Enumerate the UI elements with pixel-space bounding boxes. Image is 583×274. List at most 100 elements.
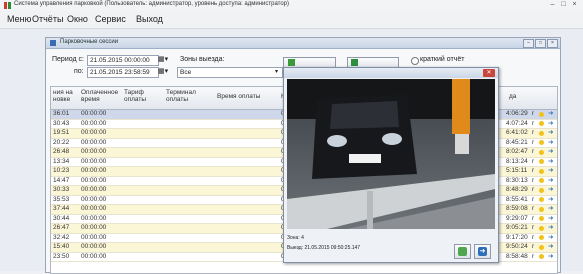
cell-duration: 30:33 bbox=[53, 186, 70, 193]
cell-paid-time: 00:00:00 bbox=[81, 186, 107, 193]
calendar-icon[interactable]: ▦▾ bbox=[158, 67, 168, 75]
cell-paid-time: 00:00:00 bbox=[81, 252, 107, 260]
open-arrow-icon[interactable]: ➜ bbox=[548, 167, 553, 176]
cell-indicator: r bbox=[532, 110, 535, 117]
cell-indicator: r bbox=[532, 167, 535, 174]
open-arrow-icon[interactable]: ➜ bbox=[548, 243, 553, 252]
cell-end-time: 9:29:07 bbox=[506, 214, 528, 222]
period-to-field[interactable]: 21.05.2015 23:58:59 bbox=[87, 67, 159, 78]
column-header[interactable]: ния на новке bbox=[53, 89, 73, 103]
cell-indicator: r bbox=[532, 157, 535, 165]
entry-label: Зона: 4 bbox=[287, 235, 304, 241]
cell-end-time: 6:41:02 bbox=[506, 129, 528, 136]
open-arrow-icon[interactable]: ➜ bbox=[548, 139, 553, 148]
cell-duration: 13:34 bbox=[53, 157, 70, 165]
open-arrow-icon[interactable]: ➜ bbox=[548, 148, 553, 157]
open-arrow-icon[interactable]: ➜ bbox=[548, 224, 553, 233]
chevron-down-icon[interactable]: ▾ bbox=[275, 68, 278, 75]
status-dot-icon bbox=[539, 168, 544, 174]
status-dot-icon bbox=[539, 130, 544, 136]
cell-end-time: 4:07:24 bbox=[506, 119, 528, 127]
column-header[interactable]: Оплаченное время bbox=[81, 89, 118, 103]
window-title: Парковочные сессии bbox=[60, 39, 119, 45]
status-dot-icon bbox=[539, 235, 544, 240]
window-minimize-icon[interactable]: – bbox=[523, 39, 534, 48]
cell-paid-time: 00:00:00 bbox=[81, 224, 107, 231]
status-dot-icon bbox=[539, 159, 544, 164]
menu-item-menu[interactable]: Меню bbox=[7, 14, 31, 24]
brief-report-radio[interactable] bbox=[411, 57, 419, 65]
cell-duration: 19:51 bbox=[53, 129, 70, 136]
cell-duration: 15:40 bbox=[53, 243, 70, 250]
cell-duration: 32:42 bbox=[53, 233, 70, 241]
cell-indicator: r bbox=[532, 186, 535, 193]
cell-indicator: r bbox=[532, 243, 535, 250]
cell-end-time: 8:48:29 bbox=[506, 186, 528, 193]
cell-indicator: r bbox=[532, 224, 535, 231]
open-arrow-icon[interactable]: ➜ bbox=[548, 129, 553, 138]
window-maximize-icon[interactable]: □ bbox=[535, 39, 546, 48]
vehicle-photo-image bbox=[287, 79, 495, 229]
window-close-icon[interactable]: × bbox=[547, 39, 558, 48]
column-header[interactable]: да bbox=[509, 93, 516, 100]
cell-end-time: 9:17:20 bbox=[506, 233, 528, 241]
calendar-icon[interactable]: ▦▾ bbox=[158, 55, 168, 63]
maximize-icon[interactable]: □ bbox=[559, 1, 568, 9]
column-header[interactable]: Тариф оплаты bbox=[124, 89, 146, 103]
open-arrow-icon[interactable]: ➜ bbox=[548, 186, 553, 195]
status-dot-icon bbox=[539, 216, 544, 221]
minimize-icon[interactable]: – bbox=[548, 1, 557, 9]
cell-paid-time: 00:00:00 bbox=[81, 176, 107, 184]
close-icon[interactable]: × bbox=[570, 1, 579, 9]
column-header[interactable]: Терминал оплаты bbox=[166, 89, 196, 103]
open-arrow-icon[interactable]: ➜ bbox=[548, 158, 553, 167]
status-dot-icon bbox=[539, 244, 544, 250]
exit-timestamp: Выезд: 21.05.2015 09:50:25.147 bbox=[287, 245, 361, 251]
status-dot-icon bbox=[539, 254, 544, 259]
period-from-field[interactable]: 21.05.2015 00:00:00 bbox=[87, 55, 159, 66]
cell-indicator: r bbox=[532, 252, 535, 260]
cell-end-time: 8:45:21 bbox=[506, 138, 528, 146]
cell-duration: 26:47 bbox=[53, 224, 70, 231]
next-photo-button[interactable]: ➜ bbox=[474, 244, 491, 259]
cell-duration: 30:44 bbox=[53, 214, 70, 222]
arrow-right-icon: ➜ bbox=[478, 247, 487, 256]
cell-end-time: 9:50:24 bbox=[506, 243, 528, 250]
cell-end-time: 4:06:29 bbox=[506, 110, 528, 117]
open-arrow-icon[interactable]: ➜ bbox=[548, 253, 553, 262]
cell-paid-time: 00:00:00 bbox=[81, 167, 107, 174]
excel-icon bbox=[351, 59, 358, 66]
status-dot-icon bbox=[539, 197, 544, 202]
open-arrow-icon[interactable]: ➜ bbox=[548, 110, 553, 119]
menu-item-window[interactable]: Окно bbox=[67, 14, 88, 24]
menu-item-service[interactable]: Сервис bbox=[95, 14, 126, 24]
refresh-photo-button[interactable] bbox=[454, 244, 471, 259]
status-dot-icon bbox=[539, 178, 544, 183]
period-to-label: по: bbox=[74, 68, 84, 75]
column-header[interactable]: Время оплаты bbox=[217, 93, 260, 100]
cell-end-time: 5:15:11 bbox=[506, 167, 528, 174]
status-dot-icon bbox=[539, 111, 544, 117]
menu-item-exit[interactable]: Выход bbox=[136, 14, 163, 24]
cell-duration: 36:01 bbox=[53, 110, 70, 117]
cell-indicator: r bbox=[532, 205, 535, 212]
cell-duration: 14:47 bbox=[53, 176, 70, 184]
open-arrow-icon[interactable]: ➜ bbox=[548, 177, 553, 186]
cell-duration: 37:44 bbox=[53, 205, 70, 212]
open-arrow-icon[interactable]: ➜ bbox=[548, 234, 553, 243]
cell-paid-time: 00:00:00 bbox=[81, 148, 107, 155]
app-title: Система управления парковкой (Пользовате… bbox=[14, 1, 290, 7]
open-arrow-icon[interactable]: ➜ bbox=[548, 205, 553, 214]
open-arrow-icon[interactable]: ➜ bbox=[548, 196, 553, 205]
open-arrow-icon[interactable]: ➜ bbox=[548, 215, 553, 224]
zones-select[interactable]: Все bbox=[177, 67, 283, 78]
status-dot-icon bbox=[539, 140, 544, 145]
status-dot-icon bbox=[539, 187, 544, 193]
close-icon[interactable]: ✕ bbox=[483, 69, 495, 77]
period-from-label: Период с: bbox=[52, 56, 84, 63]
status-dot-icon bbox=[539, 225, 544, 231]
vehicle-photo bbox=[287, 79, 495, 229]
menu-item-reports[interactable]: Отчёты bbox=[32, 14, 63, 24]
refresh-icon bbox=[458, 247, 467, 256]
open-arrow-icon[interactable]: ➜ bbox=[548, 120, 553, 129]
